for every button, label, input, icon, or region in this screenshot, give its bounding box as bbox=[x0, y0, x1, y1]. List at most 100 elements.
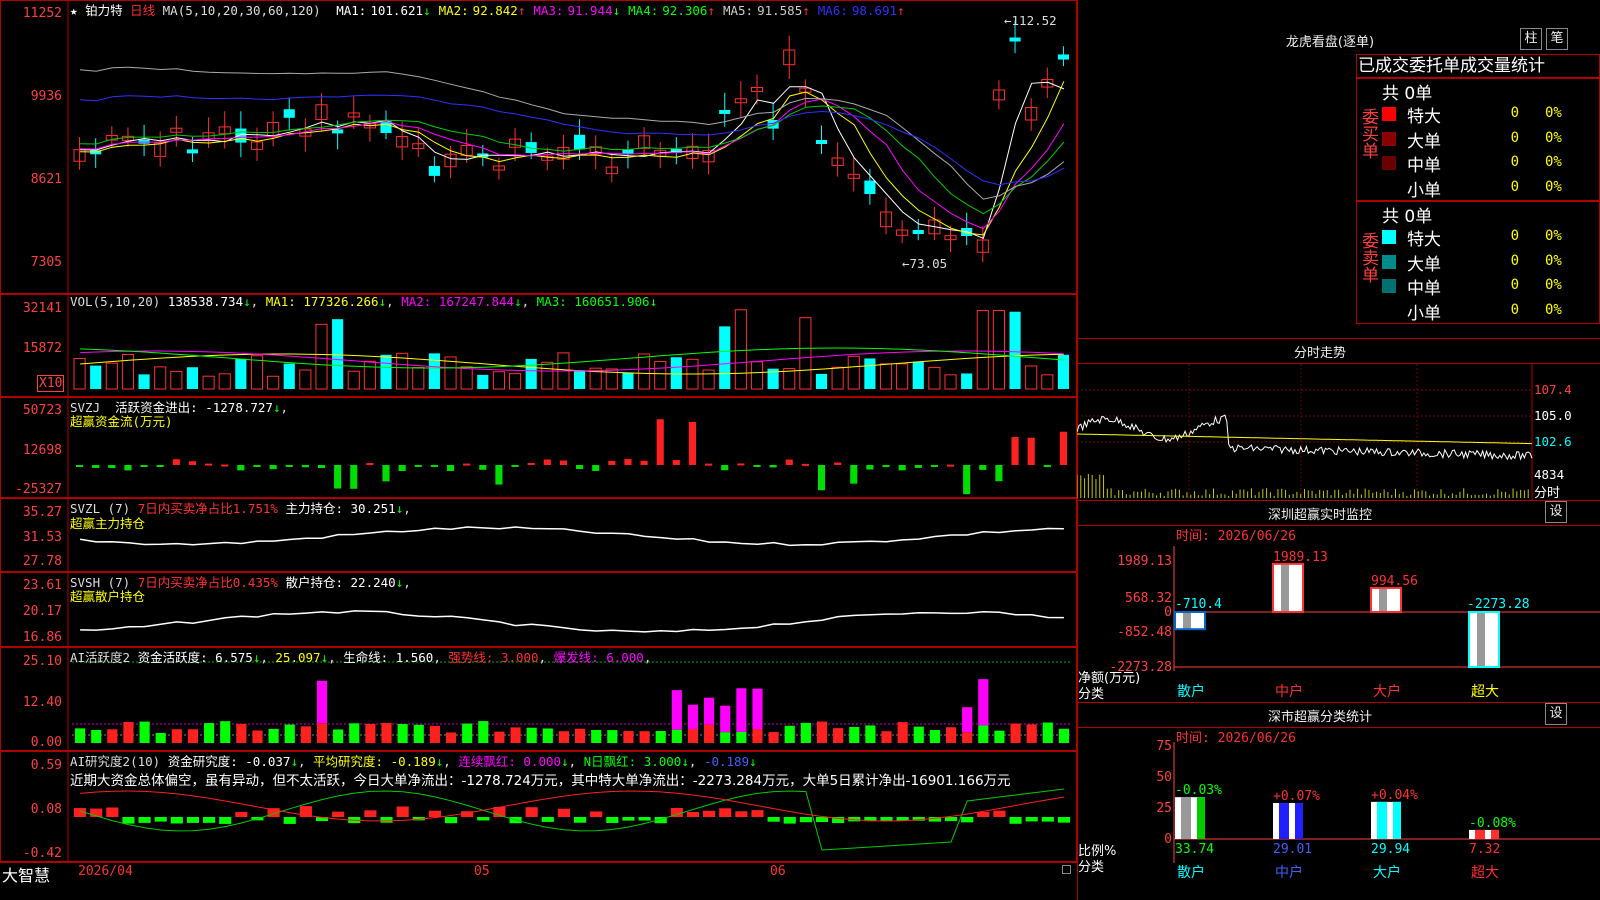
period-label[interactable]: 日线 bbox=[130, 3, 155, 18]
ai-active-bar bbox=[75, 728, 86, 743]
high-marker: ←112.52 bbox=[1004, 13, 1057, 28]
sell-total: 共 0单 bbox=[1382, 207, 1433, 227]
svzj-bar bbox=[398, 465, 406, 471]
sz-classify-settings-button[interactable]: 设 bbox=[1545, 703, 1567, 725]
svzj-bar bbox=[705, 463, 713, 466]
kline-candle bbox=[283, 109, 295, 118]
volume-bar bbox=[815, 373, 828, 389]
svzj-bar bbox=[1027, 437, 1035, 465]
svzj-subtitle: 超赢资金流(万元) bbox=[70, 414, 173, 429]
sz-monitor-y-tick: 0 bbox=[1164, 605, 1172, 620]
ai-active-bar bbox=[123, 721, 134, 743]
buy_rows-name: 特大 bbox=[1407, 107, 1441, 127]
svzj-bar bbox=[850, 465, 858, 484]
svzj-bar bbox=[995, 465, 1003, 482]
volume-chart[interactable] bbox=[0, 294, 1077, 397]
sz-classify-value: 29.01 bbox=[1273, 842, 1312, 857]
svzj-bar bbox=[479, 465, 487, 470]
low-marker: ←73.05 bbox=[902, 256, 948, 271]
bottom-bar bbox=[0, 862, 1077, 882]
sell_rows-pct: 0% bbox=[1545, 277, 1562, 293]
svzj-bar bbox=[914, 465, 922, 468]
volume-bar bbox=[428, 353, 440, 389]
ai-active-y-tick: 12.40 bbox=[22, 695, 62, 710]
ma-value-6: MA6: 98.691↑ bbox=[817, 3, 905, 18]
volume-bar bbox=[734, 309, 747, 390]
sz-monitor-cat-label: 分类 bbox=[1078, 687, 1105, 702]
buy_rows-count: 0 bbox=[1510, 105, 1519, 121]
volume-bar bbox=[1041, 374, 1054, 390]
ai-research-bar bbox=[767, 817, 780, 822]
volume-bar bbox=[622, 373, 634, 389]
volume-bar bbox=[944, 374, 957, 390]
ai-research-bar bbox=[235, 811, 248, 817]
ai-active-bar bbox=[510, 727, 521, 743]
sell_rows-swatch bbox=[1382, 303, 1396, 318]
buy_rows-swatch bbox=[1382, 131, 1396, 146]
ai-active-bar bbox=[542, 728, 553, 743]
ai-active-bar bbox=[300, 726, 311, 743]
intraday-y-tick: 107.4 bbox=[1534, 382, 1572, 397]
svzj-bar bbox=[817, 465, 826, 491]
ai-research-bar bbox=[896, 817, 909, 821]
volume-bar bbox=[347, 370, 360, 390]
svzj-bar bbox=[527, 462, 535, 465]
intraday-vol-tick: 4834 bbox=[1534, 467, 1565, 482]
holding-line bbox=[80, 610, 1064, 633]
sz-monitor-category: 散户 bbox=[1177, 683, 1205, 700]
ai-research-bar bbox=[364, 810, 377, 817]
ai-active-bar bbox=[1026, 724, 1037, 743]
ai-active-y-tick: 25.10 bbox=[22, 654, 62, 669]
pen-toggle-button[interactable]: 笔 bbox=[1546, 28, 1568, 50]
volume-bar bbox=[961, 373, 973, 389]
intraday-chart[interactable] bbox=[1077, 364, 1600, 500]
sz-monitor-settings-button[interactable]: 设 bbox=[1545, 501, 1567, 523]
ai-active-bar bbox=[978, 725, 989, 743]
sz-classify-change: -0.03% bbox=[1175, 783, 1222, 798]
svzj-bar bbox=[188, 461, 197, 465]
ai-active-bar bbox=[236, 723, 247, 743]
kline-chart[interactable] bbox=[0, 0, 1077, 294]
ai-active-bar bbox=[849, 726, 860, 743]
ai-research-bar bbox=[944, 817, 958, 822]
sz-classify-category: 散户 bbox=[1177, 864, 1205, 881]
sz-classify-value: 33.74 bbox=[1175, 842, 1214, 857]
sz-classify-chart[interactable]: 75 50 25 0 -0.03% 33.74 散户 +0.07% 29.01 中户 +0.04% 2… bbox=[1077, 728, 1600, 900]
sell_rows-swatch bbox=[1382, 230, 1396, 244]
buy_rows-swatch bbox=[1382, 107, 1396, 121]
sz-monitor-y-tick: 1989.13 bbox=[1117, 554, 1172, 569]
app-logo[interactable]: 大智慧 bbox=[2, 862, 50, 886]
ai-active-bar bbox=[575, 728, 586, 743]
ai-research-bar bbox=[719, 808, 732, 817]
sz-classify-value: 29.94 bbox=[1371, 842, 1410, 857]
bar-toggle-button[interactable]: 柱 bbox=[1520, 28, 1542, 50]
ai-active-bar bbox=[591, 729, 602, 743]
kline-candle bbox=[864, 180, 876, 194]
intraday-title: 分时走势 bbox=[1293, 346, 1346, 361]
lock-icon[interactable] bbox=[1062, 865, 1071, 874]
sell_rows-pct: 0% bbox=[1545, 301, 1562, 318]
sz-monitor-chart[interactable]: 1989.13 568.320 -852.48 -2273.28 -710.4 散户 198… bbox=[1077, 526, 1600, 700]
sz-monitor-value: -2273.28 bbox=[1467, 597, 1530, 612]
intraday-vol-unit: 分时 bbox=[1534, 486, 1561, 501]
star-icon[interactable]: ★ bbox=[70, 3, 78, 18]
ai-research-summary: 近期大资金总体偏空，虽有异动，但不太活跃，今日大单净流出：-1278.724万元… bbox=[70, 773, 1011, 789]
kline-candle bbox=[719, 109, 731, 114]
volume-bar bbox=[315, 323, 328, 390]
volume-bar bbox=[831, 366, 844, 390]
ai-research-bar bbox=[380, 817, 393, 823]
ai-research-bar bbox=[332, 811, 345, 817]
ai-active-y-tick: 0.00 bbox=[30, 735, 62, 750]
holding-line bbox=[79, 526, 1064, 547]
buy_rows-name: 小单 bbox=[1407, 180, 1441, 201]
dragon-tiger-tabs[interactable]: 已成交委托单成交量统计 bbox=[1356, 54, 1600, 78]
ai-research-bar bbox=[541, 817, 554, 822]
kline-candle bbox=[622, 149, 634, 154]
ai-research-bar bbox=[525, 807, 538, 817]
sz-monitor-y-tick: 568.32 bbox=[1125, 591, 1172, 606]
sell_rows-count: 0 bbox=[1510, 277, 1519, 293]
kline-candle bbox=[235, 128, 247, 143]
svzj-bar bbox=[285, 465, 293, 467]
svzj-bar bbox=[946, 464, 955, 467]
svzj-bar bbox=[511, 465, 519, 467]
